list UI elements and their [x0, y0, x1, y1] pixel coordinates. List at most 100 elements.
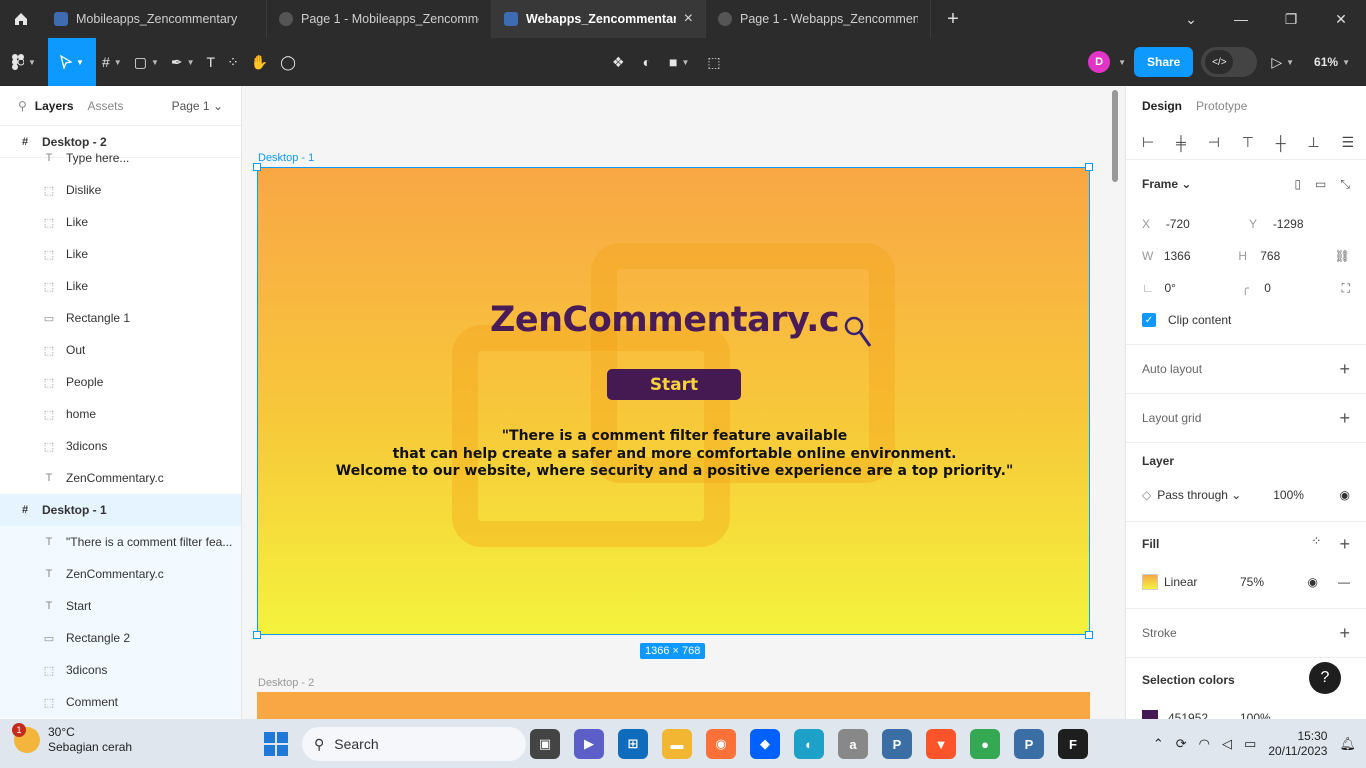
eye-icon[interactable]: ◉: [1308, 575, 1318, 589]
windows-start-icon[interactable]: [264, 732, 288, 756]
shape-tool[interactable]: ▢ ▼: [128, 38, 165, 86]
tab-assets[interactable]: Assets: [88, 99, 124, 113]
fill-styles-icon[interactable]: ⁘: [1311, 534, 1321, 555]
restore-icon[interactable]: ❐: [1266, 0, 1316, 38]
battery-icon[interactable]: ▭: [1244, 736, 1256, 752]
align-right-icon[interactable]: ⊣: [1208, 134, 1220, 151]
selection-color-hex[interactable]: 451952: [1168, 711, 1234, 719]
resize-handle[interactable]: [1085, 631, 1093, 639]
hand-tool[interactable]: ✋: [245, 38, 274, 86]
help-button[interactable]: ?: [1309, 662, 1341, 694]
frame1-label[interactable]: Desktop - 1: [258, 152, 314, 164]
layer-item[interactable]: T ZenCommentary.c: [0, 558, 241, 590]
selection-color-opacity[interactable]: 100%: [1240, 711, 1271, 719]
align-bottom-icon[interactable]: ⊥: [1307, 134, 1319, 151]
chevron-up-icon[interactable]: ⌃: [1153, 736, 1164, 752]
distribute-icon[interactable]: ☰: [1341, 134, 1354, 151]
landscape-icon[interactable]: ▭: [1315, 177, 1326, 192]
move-tool[interactable]: ▼: [48, 38, 96, 86]
x-field[interactable]: -720: [1166, 217, 1243, 231]
frame-desktop-2[interactable]: [257, 692, 1090, 719]
main-menu-button[interactable]: ▼: [0, 38, 48, 86]
add-layout-grid-icon[interactable]: +: [1339, 408, 1350, 429]
selection-color-swatch[interactable]: [1142, 710, 1158, 719]
close-tab-icon[interactable]: ×: [684, 10, 693, 28]
chevron-down-icon[interactable]: ▼: [1118, 58, 1126, 67]
pen-tool[interactable]: ✒ ▼: [165, 38, 201, 86]
tab-prototype[interactable]: Prototype: [1196, 99, 1247, 113]
y-field[interactable]: -1298: [1273, 217, 1350, 231]
close-window-icon[interactable]: ✕: [1316, 0, 1366, 38]
tab-webapps[interactable]: Webapps_Zencommentary ×: [492, 0, 706, 38]
layer-opacity-field[interactable]: 100%: [1273, 488, 1304, 502]
align-center-h-icon[interactable]: ╪: [1176, 135, 1186, 151]
resize-to-fit-icon[interactable]: ⤡: [1340, 177, 1350, 192]
add-stroke-icon[interactable]: +: [1339, 623, 1350, 644]
task-view-icon[interactable]: ▣: [530, 729, 560, 759]
fill-type[interactable]: Linear: [1164, 575, 1234, 589]
tab-page1-webapps[interactable]: Page 1 - Webapps_Zencommentary: [706, 0, 931, 38]
site-title[interactable]: ZenCommentary.c: [490, 300, 840, 340]
add-auto-layout-icon[interactable]: +: [1339, 359, 1350, 380]
boolean-tool[interactable]: ■ ▼: [663, 38, 695, 86]
mask-tool[interactable]: ◐: [637, 38, 657, 86]
independent-corners-icon[interactable]: ⛶: [1342, 281, 1350, 296]
frame-section-title[interactable]: Frame ⌄: [1142, 177, 1191, 191]
layer-item[interactable]: ⬚ home: [0, 398, 241, 430]
store-icon[interactable]: ⊞: [618, 729, 648, 759]
layer-item[interactable]: T Start: [0, 590, 241, 622]
taskbar-search[interactable]: ⚲ Search: [302, 727, 526, 761]
tab-page1-mobileapps[interactable]: Page 1 - Mobileapps_Zencommentary: [267, 0, 492, 38]
firefox-icon[interactable]: ◉: [706, 729, 736, 759]
layer-item[interactable]: T Type here...: [0, 142, 241, 174]
align-left-icon[interactable]: ⊢: [1142, 134, 1154, 151]
wifi-icon[interactable]: ◠: [1199, 736, 1210, 752]
crop-tool[interactable]: ⬚: [701, 38, 726, 86]
dropbox-icon[interactable]: ◆: [750, 729, 780, 759]
layer-item[interactable]: ⬚ Like: [0, 270, 241, 302]
resize-handle[interactable]: [253, 631, 261, 639]
fill-opacity-field[interactable]: 75%: [1240, 575, 1292, 589]
add-fill-icon[interactable]: +: [1339, 534, 1350, 555]
dev-mode-toggle[interactable]: </>: [1201, 47, 1258, 77]
start-button[interactable]: Start: [607, 369, 741, 400]
chevron-down-icon[interactable]: ⌄: [1166, 0, 1216, 38]
resize-handle[interactable]: [1085, 163, 1093, 171]
layer-item[interactable]: ⬚ Comment: [0, 686, 241, 718]
chrome-icon[interactable]: ●: [970, 729, 1000, 759]
resources-tool[interactable]: ⁘: [221, 38, 245, 86]
layer-item[interactable]: ⬚ People: [0, 366, 241, 398]
layer-frame-desktop-1[interactable]: # Desktop - 1: [0, 494, 241, 526]
layer-item[interactable]: ⬚ Like: [0, 238, 241, 270]
rotation-field[interactable]: 0°: [1164, 281, 1235, 295]
weather-widget[interactable]: 1 30°C Sebagian cerah: [12, 723, 132, 755]
edge-icon[interactable]: ◐: [794, 729, 824, 759]
blend-mode-select[interactable]: Pass through ⌄: [1157, 488, 1267, 502]
layer-item[interactable]: ⬚ 3dicons: [0, 430, 241, 462]
text-tool[interactable]: T: [201, 38, 222, 86]
comment-tool[interactable]: ◯: [274, 38, 302, 86]
frame-desktop-1[interactable]: ZenCommentary.c Start "There is a commen…: [257, 167, 1090, 635]
avatar[interactable]: D: [1088, 51, 1111, 73]
intro-quote[interactable]: "There is a comment filter feature avail…: [258, 428, 1089, 481]
brave-icon[interactable]: ▼: [926, 729, 956, 759]
radius-field[interactable]: 0: [1264, 281, 1335, 295]
figma-icon[interactable]: F: [1058, 729, 1088, 759]
present-button[interactable]: ▷ ▼: [1265, 38, 1300, 86]
page-selector[interactable]: Page 1 ⌄: [172, 99, 223, 113]
zoom-menu[interactable]: 61% ▼: [1308, 38, 1356, 86]
layer-item[interactable]: T ZenCommentary.c: [0, 462, 241, 494]
sync-icon[interactable]: ⟳: [1176, 736, 1187, 752]
eye-icon[interactable]: ◉: [1340, 488, 1350, 502]
align-top-icon[interactable]: ⊤: [1242, 134, 1254, 151]
remove-fill-icon[interactable]: —: [1338, 575, 1350, 589]
home-icon[interactable]: [0, 0, 42, 38]
tab-design[interactable]: Design: [1142, 99, 1182, 113]
share-button[interactable]: Share: [1133, 47, 1194, 77]
app-icon[interactable]: P: [882, 729, 912, 759]
fill-swatch[interactable]: [1142, 574, 1158, 590]
layer-item[interactable]: ⬚ Dislike: [0, 174, 241, 206]
layer-item[interactable]: T "There is a comment filter fea...: [0, 526, 241, 558]
layer-item[interactable]: ⬚ Like: [0, 206, 241, 238]
notifications-bell-icon[interactable]: 🔔︎: [1339, 736, 1356, 752]
